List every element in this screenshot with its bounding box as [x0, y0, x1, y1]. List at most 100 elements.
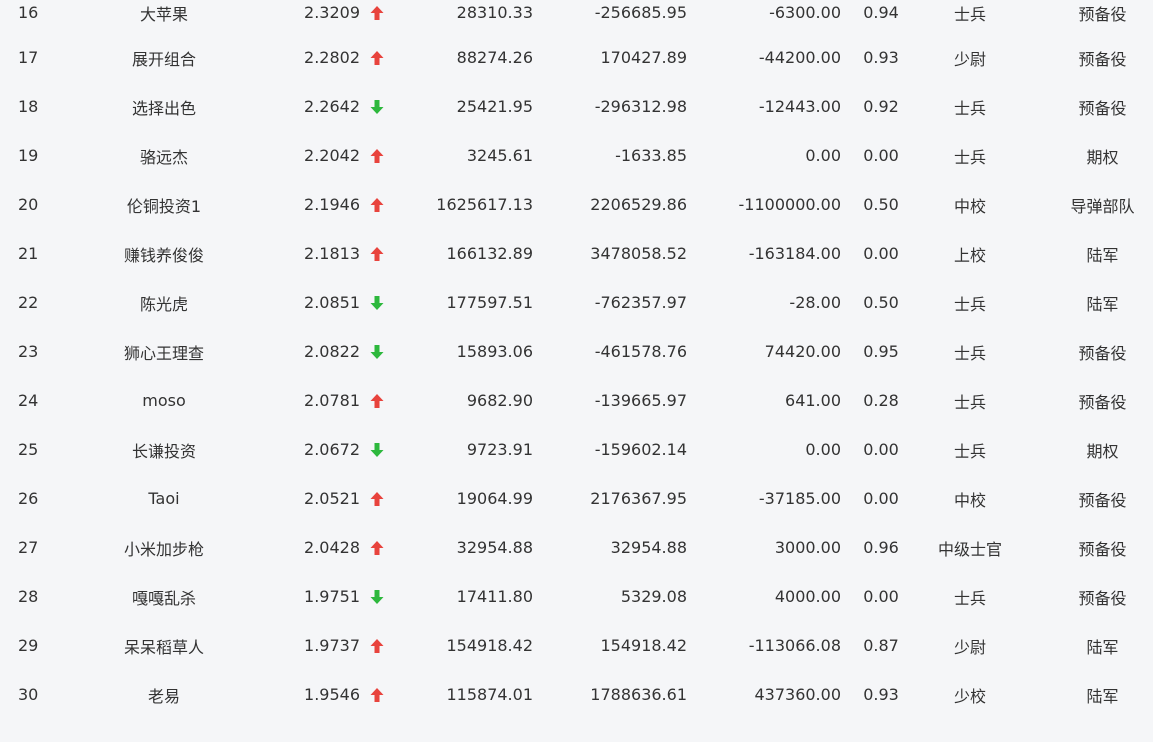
table-row[interactable]: 30 老易 1.9546 115874.01 1788636.61 437360…	[0, 670, 1153, 719]
value-2-cell: 3478058.52	[590, 244, 687, 263]
unit-cell: 陆军	[1086, 245, 1119, 265]
value-3-cell: 4000.00	[774, 587, 841, 606]
table-row[interactable]: 22 陈光虎 2.0851 177597.51 -762357.97 -28.0…	[0, 278, 1153, 327]
name-cell[interactable]: 长谦投资	[84, 425, 244, 474]
unit-cell: 预备役	[1078, 98, 1127, 118]
name-cell[interactable]: 嘎嘎乱杀	[84, 572, 244, 621]
table-row[interactable]: 26 Taoi 2.0521 19064.99 2176367.95 -3718…	[0, 474, 1153, 523]
name-cell[interactable]: 选择出色	[84, 82, 244, 131]
value-3-cell: -163184.00	[748, 244, 841, 263]
table-row[interactable]: 18 选择出色 2.2642 25421.95 -296312.98 -1244…	[0, 82, 1153, 131]
value-3-cell: -1100000.00	[738, 195, 841, 214]
name-cell[interactable]: 大苹果	[84, 0, 244, 33]
table-row[interactable]: 24 moso 2.0781 9682.90 -139665.97 641.00…	[0, 376, 1153, 425]
rank-cell: 20	[18, 195, 39, 214]
score-cell: 1.9546	[304, 685, 360, 704]
name-cell[interactable]: 伦铜投资1	[84, 180, 244, 229]
rank-cell: 23	[18, 342, 39, 361]
arrow-down-icon	[367, 327, 387, 376]
unit-cell: 陆军	[1086, 294, 1119, 314]
name-cell[interactable]: 老易	[84, 670, 244, 719]
value-2-cell: -762357.97	[594, 293, 687, 312]
value-2-cell: 1788636.61	[590, 685, 687, 704]
unit-cell: 导弹部队	[1070, 196, 1135, 216]
table-row[interactable]: 21 赚钱养俊俊 2.1813 166132.89 3478058.52 -16…	[0, 229, 1153, 278]
arrow-up-icon	[367, 474, 387, 523]
value-2-cell: 170427.89	[600, 48, 687, 67]
value-3-cell: -113066.08	[748, 636, 841, 655]
name-cell[interactable]: 呆呆稻草人	[84, 621, 244, 670]
arrow-up-icon	[367, 0, 387, 33]
value-3-cell: -37185.00	[758, 489, 841, 508]
table-row[interactable]: 25 长谦投资 2.0672 9723.91 -159602.14 0.00 0…	[0, 425, 1153, 474]
table-row[interactable]: 28 嘎嘎乱杀 1.9751 17411.80 5329.08 4000.00 …	[0, 572, 1153, 621]
name-cell[interactable]: 陈光虎	[84, 278, 244, 327]
unit-cell: 预备役	[1078, 4, 1127, 24]
value-2-cell: 32954.88	[610, 538, 687, 557]
arrow-down-icon	[367, 425, 387, 474]
value-1-cell: 28310.33	[456, 3, 533, 22]
arrow-up-icon	[367, 621, 387, 670]
arrow-down-icon	[367, 278, 387, 327]
title-cell: 中校	[953, 196, 986, 216]
unit-cell: 预备役	[1078, 588, 1127, 608]
value-3-cell: 0.00	[805, 146, 841, 165]
ratio-cell: 0.87	[863, 636, 899, 655]
ratio-cell: 0.00	[863, 244, 899, 263]
table-row[interactable]: 19 骆远杰 2.2042 3245.61 -1633.85 0.00 0.00…	[0, 131, 1153, 180]
title-cell: 士兵	[953, 392, 986, 412]
title-cell: 士兵	[953, 98, 986, 118]
title-cell: 少尉	[953, 49, 986, 69]
rank-cell: 30	[18, 685, 39, 704]
value-1-cell: 19064.99	[456, 489, 533, 508]
value-1-cell: 1625617.13	[436, 195, 533, 214]
table-row[interactable]: 17 展开组合 2.2802 88274.26 170427.89 -44200…	[0, 33, 1153, 82]
title-cell: 中级士官	[937, 539, 1002, 559]
value-3-cell: 437360.00	[754, 685, 841, 704]
value-2-cell: 5329.08	[620, 587, 687, 606]
value-1-cell: 17411.80	[456, 587, 533, 606]
value-1-cell: 3245.61	[466, 146, 533, 165]
arrow-up-icon	[367, 180, 387, 229]
name-cell[interactable]: Taoi	[84, 474, 244, 523]
title-cell: 士兵	[953, 343, 986, 363]
arrow-up-icon	[367, 131, 387, 180]
name-cell[interactable]: 狮心王理查	[84, 327, 244, 376]
value-1-cell: 9682.90	[466, 391, 533, 410]
value-3-cell: -28.00	[789, 293, 841, 312]
rank-cell: 25	[18, 440, 39, 459]
value-1-cell: 15893.06	[456, 342, 533, 361]
name-cell[interactable]: 骆远杰	[84, 131, 244, 180]
table-row[interactable]: 29 呆呆稻草人 1.9737 154918.42 154918.42 -113…	[0, 621, 1153, 670]
name-cell[interactable]: 小米加步枪	[84, 523, 244, 572]
value-1-cell: 115874.01	[446, 685, 533, 704]
table-row[interactable]: 23 狮心王理查 2.0822 15893.06 -461578.76 7442…	[0, 327, 1153, 376]
score-cell: 2.0851	[304, 293, 360, 312]
title-cell: 士兵	[953, 147, 986, 167]
ratio-cell: 0.96	[863, 538, 899, 557]
name-cell[interactable]: moso	[84, 376, 244, 425]
table-row[interactable]: 27 小米加步枪 2.0428 32954.88 32954.88 3000.0…	[0, 523, 1153, 572]
name-cell[interactable]: 展开组合	[84, 33, 244, 82]
unit-cell: 陆军	[1086, 686, 1119, 706]
ratio-cell: 0.93	[863, 48, 899, 67]
arrow-up-icon	[367, 670, 387, 719]
table-row[interactable]: 16 大苹果 2.3209 28310.33 -256685.95 -6300.…	[0, 0, 1153, 33]
title-cell: 士兵	[953, 441, 986, 461]
score-cell: 2.0781	[304, 391, 360, 410]
value-2-cell: -461578.76	[594, 342, 687, 361]
rank-cell: 24	[18, 391, 39, 410]
unit-cell: 期权	[1086, 147, 1119, 167]
table-row[interactable]: 20 伦铜投资1 2.1946 1625617.13 2206529.86 -1…	[0, 180, 1153, 229]
name-cell[interactable]: 赚钱养俊俊	[84, 229, 244, 278]
value-2-cell: -256685.95	[594, 3, 687, 22]
value-3-cell: -6300.00	[769, 3, 841, 22]
value-3-cell: 74420.00	[764, 342, 841, 361]
value-2-cell: -1633.85	[615, 146, 687, 165]
rank-cell: 26	[18, 489, 39, 508]
ratio-cell: 0.50	[863, 293, 899, 312]
score-cell: 1.9737	[304, 636, 360, 655]
arrow-up-icon	[367, 33, 387, 82]
unit-cell: 预备役	[1078, 49, 1127, 69]
rank-cell: 17	[18, 48, 39, 67]
